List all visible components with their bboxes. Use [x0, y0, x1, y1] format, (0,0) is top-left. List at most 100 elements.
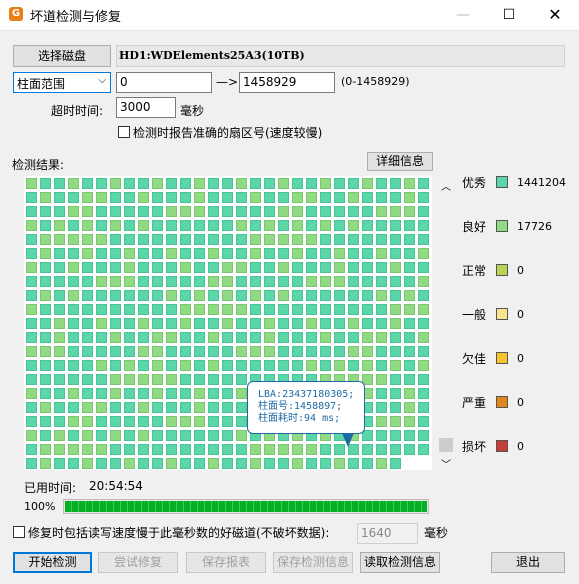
sector-cell — [208, 234, 219, 245]
sector-cell — [278, 276, 289, 287]
chevron-down-icon: ⌵ — [98, 75, 106, 86]
sector-cell — [292, 304, 303, 315]
sector-cell — [250, 444, 261, 455]
sector-cell — [138, 318, 149, 329]
save-info-button[interactable]: 保存检测信息 — [273, 552, 353, 573]
sector-cell — [334, 360, 345, 371]
sector-cell — [40, 192, 51, 203]
sector-cell — [376, 192, 387, 203]
sector-cell — [110, 290, 121, 301]
sector-cell — [166, 374, 177, 385]
scroll-thumb[interactable] — [439, 438, 453, 452]
select-disk-button[interactable]: 选择磁盘 — [13, 45, 111, 67]
repair-slow-input[interactable]: 1640 — [357, 523, 418, 544]
range-end-input[interactable]: 1458929 — [239, 72, 335, 93]
sector-cell — [166, 192, 177, 203]
sector-cell — [152, 402, 163, 413]
sector-cell — [362, 178, 373, 189]
sector-cell — [166, 388, 177, 399]
range-mode-select[interactable]: 柱面范围 ⌵ — [13, 72, 111, 93]
sector-cell — [418, 248, 429, 259]
legend-label-excellent: 优秀 — [462, 176, 487, 190]
sector-cell — [418, 234, 429, 245]
range-start-input[interactable]: 0 — [116, 72, 212, 93]
scroll-down-icon[interactable]: ﹀ — [441, 456, 451, 471]
sector-cell — [320, 360, 331, 371]
sector-cell — [194, 290, 205, 301]
sector-cell — [250, 178, 261, 189]
save-report-button[interactable]: 保存报表 — [186, 552, 266, 573]
scroll-up-icon[interactable]: ︿ — [441, 178, 451, 193]
sector-cell — [180, 444, 191, 455]
load-info-button[interactable]: 读取检测信息 — [360, 552, 440, 573]
sector-cell — [180, 360, 191, 371]
sector-cell — [68, 262, 79, 273]
sector-cell — [236, 374, 247, 385]
sector-cell — [208, 304, 219, 315]
sector-cell — [68, 332, 79, 343]
sector-cell — [40, 360, 51, 371]
sector-cell — [320, 332, 331, 343]
repair-slow-checkbox[interactable] — [13, 526, 25, 538]
sector-cell — [180, 374, 191, 385]
minimize-button[interactable]: — — [440, 0, 486, 30]
sector-cell — [138, 332, 149, 343]
sector-cell — [292, 318, 303, 329]
sector-cell — [362, 346, 373, 357]
start-scan-button[interactable]: 开始检测 — [13, 552, 92, 573]
sector-cell — [390, 346, 401, 357]
grid-scrollbar[interactable]: ︿ ﹀ — [438, 176, 454, 471]
sector-cell — [222, 318, 233, 329]
sector-cell — [390, 248, 401, 259]
sector-cell — [404, 388, 415, 399]
sector-cell — [376, 374, 387, 385]
sector-cell — [166, 262, 177, 273]
close-button[interactable]: ✕ — [532, 0, 578, 30]
sector-cell — [124, 234, 135, 245]
sector-cell — [138, 248, 149, 259]
sector-cell — [236, 346, 247, 357]
sector-cell — [348, 178, 359, 189]
sector-cell — [68, 234, 79, 245]
sector-cell — [306, 444, 317, 455]
legend-swatch-damaged — [496, 440, 508, 452]
sector-cell — [208, 388, 219, 399]
exit-button[interactable]: 退出 — [491, 552, 565, 573]
sector-cell — [68, 458, 79, 469]
sector-cell — [320, 458, 331, 469]
maximize-button[interactable]: ☐ — [486, 0, 532, 30]
legend-swatch-average — [496, 308, 508, 320]
sector-cell — [124, 290, 135, 301]
sector-cell — [418, 304, 429, 315]
detail-info-button[interactable]: 详细信息 — [367, 152, 433, 171]
sector-cell — [152, 178, 163, 189]
legend-count-excellent: 1441204 — [517, 176, 566, 189]
sector-cell — [180, 346, 191, 357]
sector-cell — [82, 360, 93, 371]
legend-count-good: 17726 — [517, 220, 552, 233]
sector-cell — [96, 290, 107, 301]
sector-cell — [110, 220, 121, 231]
sector-cell — [54, 388, 65, 399]
sector-grid[interactable] — [24, 176, 432, 470]
report-sector-checkbox[interactable] — [118, 126, 130, 138]
sector-cell — [250, 318, 261, 329]
sector-cell — [138, 192, 149, 203]
sector-cell — [236, 234, 247, 245]
sector-cell — [292, 178, 303, 189]
timeout-input[interactable]: 3000 — [116, 97, 176, 118]
sector-cell — [26, 206, 37, 217]
sector-cell — [236, 262, 247, 273]
sector-cell — [138, 346, 149, 357]
sector-cell — [320, 248, 331, 259]
sector-cell — [292, 346, 303, 357]
sector-cell — [334, 206, 345, 217]
sector-cell — [138, 360, 149, 371]
sector-cell — [418, 332, 429, 343]
sector-cell — [278, 304, 289, 315]
sector-cell — [40, 178, 51, 189]
sector-cell — [110, 318, 121, 329]
sector-cell — [390, 262, 401, 273]
try-repair-button[interactable]: 尝试修复 — [98, 552, 178, 573]
sector-cell — [418, 444, 429, 455]
